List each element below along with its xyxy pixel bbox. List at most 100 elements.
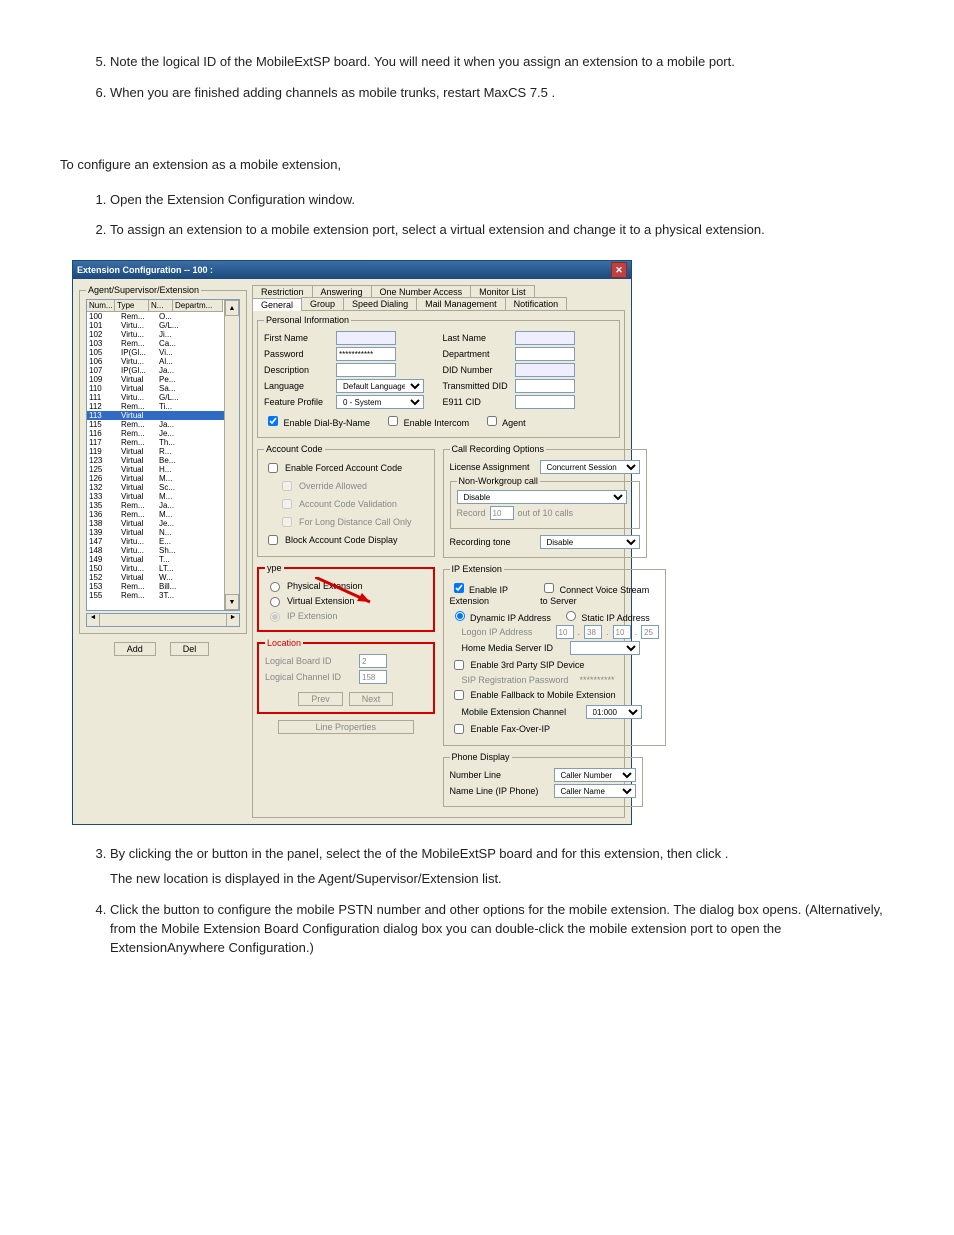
tab-notification[interactable]: Notification xyxy=(505,297,568,310)
table-row[interactable]: 101Virtu...G/L... xyxy=(87,321,239,330)
mobile-ch-label: Mobile Extension Channel xyxy=(462,707,582,717)
table-row[interactable]: 139VirtualN... xyxy=(87,528,239,537)
tab-mail-management[interactable]: Mail Management xyxy=(416,297,506,310)
table-row[interactable]: 135Rem...Ja... xyxy=(87,501,239,510)
step3-text-6: for this extension, then click xyxy=(561,846,724,861)
table-row[interactable]: 112Rem...Ti... xyxy=(87,402,239,411)
call-rec-legend: Call Recording Options xyxy=(450,444,547,454)
radio-physical-label: Physical Extension xyxy=(287,581,363,591)
name-line-select[interactable]: Caller Name xyxy=(554,784,636,798)
number-line-select[interactable]: Caller Number xyxy=(554,768,636,782)
chk-agent[interactable] xyxy=(487,416,497,426)
license-select[interactable]: Concurrent Session xyxy=(540,460,640,474)
step3-text-3: button in the xyxy=(212,846,287,861)
hscroll-left-icon[interactable]: ◄ xyxy=(87,614,100,626)
tab-speed-dialing[interactable]: Speed Dialing xyxy=(343,297,417,310)
scrollbar[interactable]: ▲ ▼ xyxy=(224,300,239,610)
add-button[interactable]: Add xyxy=(114,642,156,656)
radio-physical[interactable] xyxy=(270,582,280,592)
tab-group[interactable]: Group xyxy=(301,297,344,310)
col-type[interactable]: Type xyxy=(115,300,149,312)
table-row[interactable]: 103Rem...Ca... xyxy=(87,339,239,348)
number-line-label: Number Line xyxy=(450,770,550,780)
table-row[interactable]: 100Rem...O... xyxy=(87,312,239,321)
chk-validation xyxy=(282,499,292,509)
department-input[interactable] xyxy=(515,347,575,361)
table-row[interactable]: 147Virtu...E... xyxy=(87,537,239,546)
chk-block[interactable] xyxy=(268,535,278,545)
table-row[interactable]: 115Rem...Ja... xyxy=(87,420,239,429)
chk-agent-label: Agent xyxy=(502,418,526,428)
col-n[interactable]: N... xyxy=(149,300,173,312)
table-row[interactable]: 111Virtu...G/L... xyxy=(87,393,239,402)
table-row[interactable]: 107IP(Gl...Ja... xyxy=(87,366,239,375)
extension-list[interactable]: Num... Type N... Departm... 100Rem...O..… xyxy=(86,299,240,611)
hscroll-right-icon[interactable]: ► xyxy=(226,614,239,626)
table-row[interactable]: 155Rem...3T... xyxy=(87,591,239,600)
col-num[interactable]: Num... xyxy=(87,300,115,312)
description-input[interactable] xyxy=(336,363,396,377)
chk-enable-ip[interactable] xyxy=(454,583,464,593)
media-server-select[interactable] xyxy=(570,641,640,655)
first-name-input[interactable] xyxy=(336,331,396,345)
table-row[interactable]: 109VirtualPe... xyxy=(87,375,239,384)
chk-intercom[interactable] xyxy=(388,416,398,426)
table-row[interactable]: 136Rem...M... xyxy=(87,510,239,519)
language-select[interactable]: Default Language xyxy=(336,379,424,393)
table-row[interactable]: 126VirtualM... xyxy=(87,474,239,483)
table-row[interactable]: 110VirtualSa... xyxy=(87,384,239,393)
table-row[interactable]: 123VirtualBe... xyxy=(87,456,239,465)
mid-instruction-list: Open the Extension Configuration window.… xyxy=(60,191,894,241)
table-row[interactable]: 148Virtu...Sh... xyxy=(87,546,239,555)
table-row[interactable]: 119VirtualR... xyxy=(87,447,239,456)
close-icon[interactable]: ✕ xyxy=(611,262,627,278)
table-row[interactable]: 133VirtualM... xyxy=(87,492,239,501)
del-button[interactable]: Del xyxy=(170,642,210,656)
chk-forced-account[interactable] xyxy=(268,463,278,473)
table-row[interactable]: 125VirtualH... xyxy=(87,465,239,474)
tab-general[interactable]: General xyxy=(252,298,302,311)
bottom-instruction-list: By clicking the or button in the panel, … xyxy=(60,845,894,957)
radio-dynamic-ip[interactable] xyxy=(455,611,465,621)
chk-3rd-party[interactable] xyxy=(454,660,464,670)
table-row[interactable]: 152VirtualW... xyxy=(87,573,239,582)
last-name-input[interactable] xyxy=(515,331,575,345)
transdid-input[interactable] xyxy=(515,379,575,393)
tone-select[interactable]: Disable xyxy=(540,535,640,549)
table-row[interactable]: 149VirtualT... xyxy=(87,555,239,564)
radio-virtual[interactable] xyxy=(270,597,280,607)
call-rec-group: Call Recording Options License Assignmen… xyxy=(443,444,647,558)
chk-fax[interactable] xyxy=(454,724,464,734)
did-input[interactable] xyxy=(515,363,575,377)
col-dep[interactable]: Departm... xyxy=(173,300,223,312)
e911-input[interactable] xyxy=(515,395,575,409)
table-row[interactable]: 132VirtualSc... xyxy=(87,483,239,492)
password-input[interactable] xyxy=(336,347,396,361)
table-row[interactable]: 117Rem...Th... xyxy=(87,438,239,447)
window-titlebar: Extension Configuration -- 100 : ✕ xyxy=(73,261,631,279)
non-wg-select[interactable]: Disable xyxy=(457,490,627,504)
chk-connect-voice[interactable] xyxy=(544,583,554,593)
table-row[interactable]: 116Rem...Je... xyxy=(87,429,239,438)
radio-virtual-label: Virtual Extension xyxy=(287,596,354,606)
table-row[interactable]: 102Virtu...Ji... xyxy=(87,330,239,339)
ip-oct-3 xyxy=(613,625,631,639)
chk-override xyxy=(282,481,292,491)
table-row[interactable]: 150Virtu...LT... xyxy=(87,564,239,573)
radio-static-ip[interactable] xyxy=(566,611,576,621)
step3-sentence-2: The new location is displayed in the Age… xyxy=(110,871,502,886)
table-row[interactable]: 153Rem...Bill... xyxy=(87,582,239,591)
table-row[interactable]: 105IP(Gl...Vi... xyxy=(87,348,239,357)
table-row[interactable]: 138VirtualJe... xyxy=(87,519,239,528)
table-row[interactable]: 113Virtual xyxy=(87,411,239,420)
section-intro: To configure an extension as a mobile ex… xyxy=(60,156,894,175)
chk-dial-by-name[interactable] xyxy=(268,416,278,426)
media-server-label: Home Media Server ID xyxy=(462,643,566,653)
scroll-down-icon[interactable]: ▼ xyxy=(225,594,239,610)
feature-select[interactable]: 0 - System xyxy=(336,395,424,409)
scroll-up-icon[interactable]: ▲ xyxy=(225,300,239,316)
table-row[interactable]: 106Virtu...Al... xyxy=(87,357,239,366)
step3-text-7: . xyxy=(725,846,729,861)
chk-fallback[interactable] xyxy=(454,690,464,700)
mobile-ch-select[interactable]: 01:000 xyxy=(586,705,642,719)
